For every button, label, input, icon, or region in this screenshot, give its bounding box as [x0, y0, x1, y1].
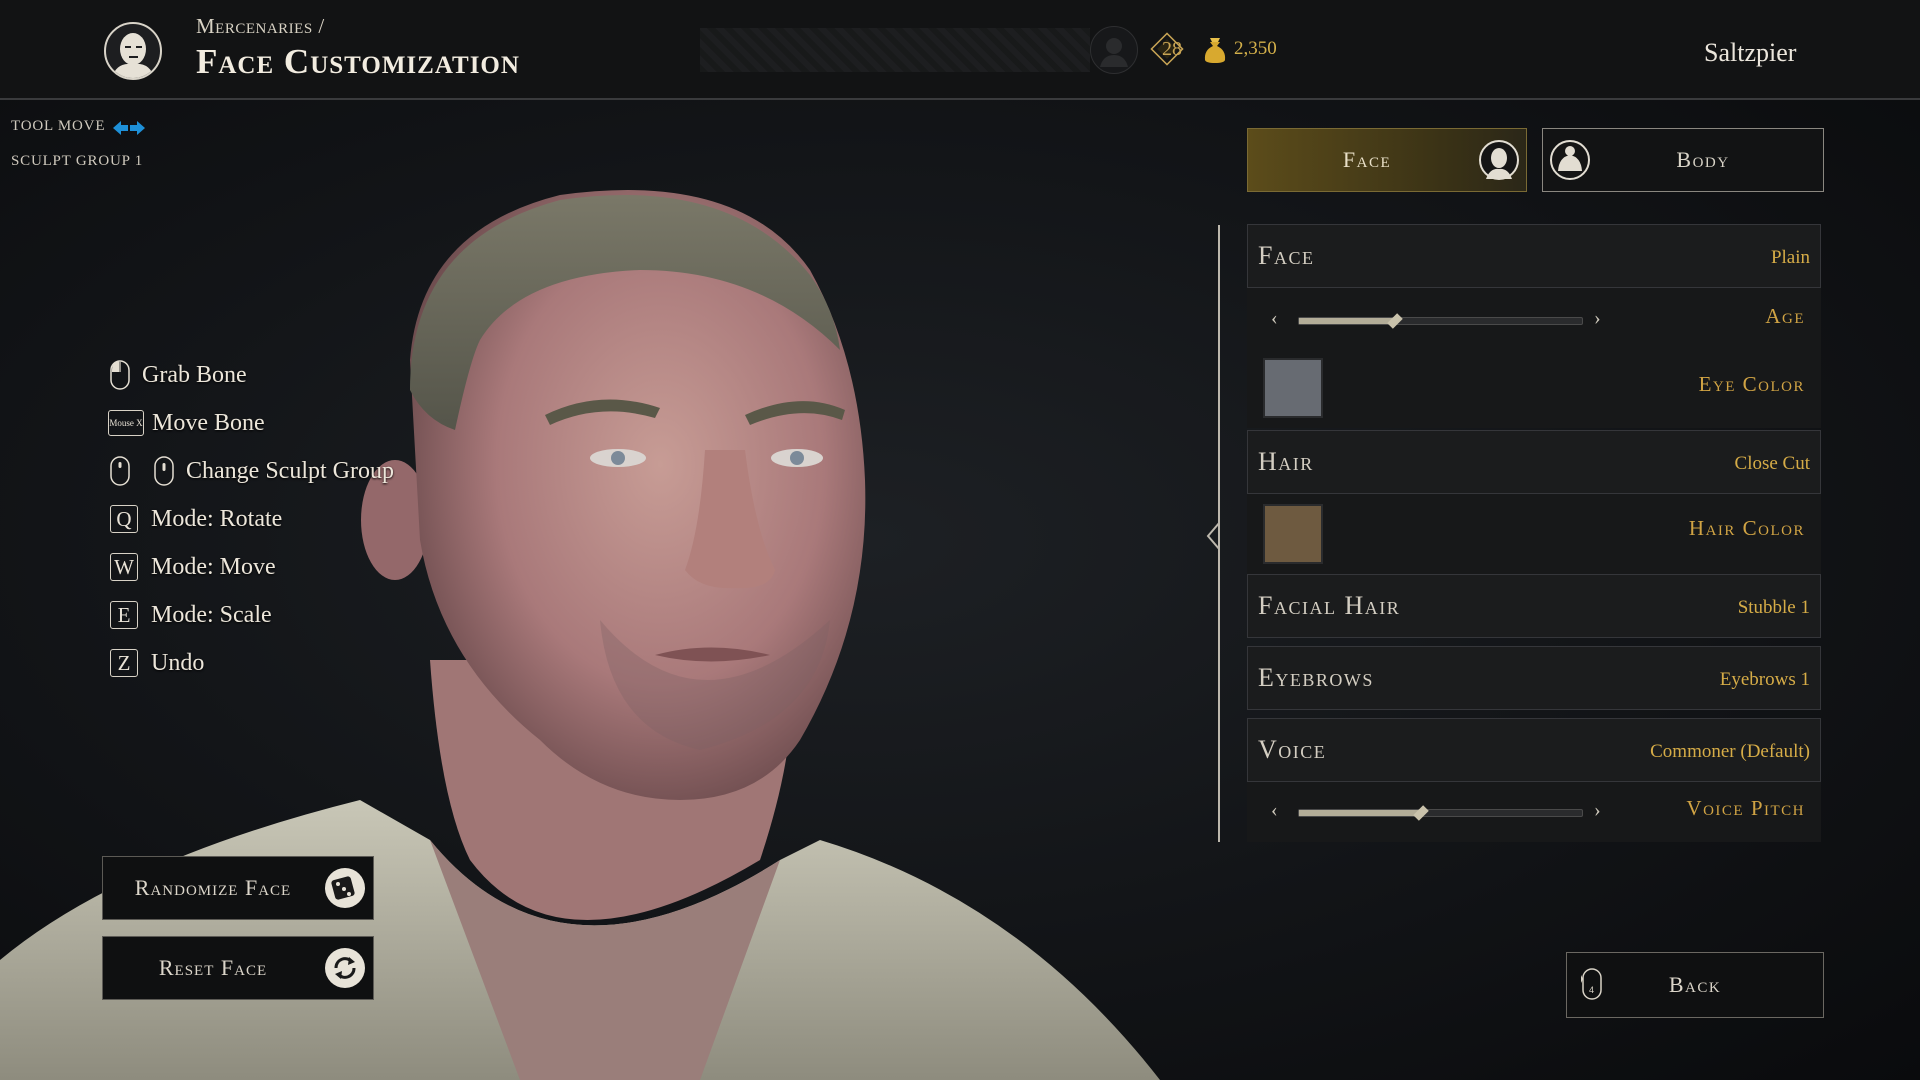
- eye-color-swatch[interactable]: [1263, 358, 1323, 418]
- hair-color-row[interactable]: Hair Color: [1247, 494, 1821, 574]
- sculpt-group-label: SCULPT GROUP 1: [11, 153, 144, 169]
- back-button[interactable]: 4 Back: [1566, 952, 1824, 1018]
- header-pattern: [700, 28, 1090, 72]
- control-mode-move: W Mode: Move: [110, 547, 276, 587]
- control-undo: Z Undo: [110, 643, 204, 683]
- age-thumb[interactable]: [1387, 313, 1403, 329]
- gold-amount: 2,350: [1234, 38, 1277, 59]
- voice-pitch-track[interactable]: [1298, 805, 1583, 821]
- eye-color-row[interactable]: Eye Color: [1247, 348, 1821, 428]
- top-bar: Mercenaries / Face Customization 28 2,35…: [0, 0, 1920, 100]
- move-arrows-icon: [113, 121, 145, 135]
- svg-text:4: 4: [1589, 985, 1596, 995]
- chevron-right-icon[interactable]: ›: [1594, 307, 1601, 330]
- w-key: W: [110, 553, 138, 581]
- hair-label: Hair: [1258, 447, 1314, 476]
- facial-hair-value: Stubble 1: [1737, 597, 1810, 618]
- tab-body-label: Body: [1676, 147, 1730, 172]
- facial-hair-label: Facial Hair: [1258, 591, 1401, 620]
- panel-pointer: [1206, 522, 1220, 550]
- facial-hair-row[interactable]: Facial Hair Stubble 1: [1247, 574, 1821, 638]
- gold-bag-icon: [1204, 38, 1226, 63]
- voice-pitch-row: ‹ › Voice Pitch: [1247, 782, 1821, 842]
- e-key: E: [110, 601, 138, 629]
- voice-pitch-thumb[interactable]: [1412, 805, 1429, 821]
- control-mode-rotate: Q Mode: Rotate: [110, 499, 282, 539]
- z-key: Z: [110, 649, 138, 677]
- age-slider[interactable]: ‹ ›: [1271, 304, 1631, 334]
- face-preset-row[interactable]: Face Plain: [1247, 224, 1821, 288]
- hair-color-label: Hair Color: [1688, 516, 1805, 540]
- randomize-face-button[interactable]: Randomize Face: [102, 856, 374, 920]
- control-change-sculpt-group: Change Sculpt Group: [110, 451, 394, 491]
- q-key: Q: [110, 505, 138, 533]
- control-mode-scale: E Mode: Scale: [110, 595, 272, 635]
- tool-mode-label: TOOL MOVE: [11, 118, 106, 134]
- tab-face-label: Face: [1342, 147, 1392, 172]
- voice-pitch-fill: [1299, 810, 1421, 816]
- mouse-x-key: Mouse X: [108, 410, 144, 436]
- tab-face[interactable]: Face: [1247, 128, 1527, 192]
- mouse-button-4-icon: 4: [1581, 968, 1602, 1000]
- control-label: Mode: Rotate: [151, 505, 283, 532]
- reset-face-button[interactable]: Reset Face: [102, 936, 374, 1000]
- age-row: ‹ › Age: [1247, 288, 1821, 348]
- control-label: Mode: Move: [151, 553, 276, 580]
- voice-pitch-slider[interactable]: ‹ ›: [1271, 796, 1631, 826]
- level-value: 28: [1162, 38, 1182, 60]
- body-icon: [1550, 140, 1590, 180]
- portrait-icon: [1090, 26, 1138, 74]
- mouse-scroll-icon: [154, 456, 174, 486]
- back-label: Back: [1668, 972, 1722, 997]
- chevron-left-icon[interactable]: ‹: [1271, 799, 1278, 822]
- eyebrows-row[interactable]: Eyebrows Eyebrows 1: [1247, 646, 1821, 710]
- breadcrumb[interactable]: Mercenaries /: [196, 14, 325, 39]
- voice-value: Commoner (Default): [1650, 741, 1810, 762]
- voice-row[interactable]: Voice Commoner (Default): [1247, 718, 1821, 782]
- control-label: Mode: Scale: [151, 601, 272, 628]
- avatar: [104, 22, 162, 80]
- hair-value: Close Cut: [1734, 453, 1810, 474]
- mouse-icon: [110, 456, 130, 486]
- eyebrows-value: Eyebrows 1: [1719, 669, 1810, 690]
- face-value: Plain: [1770, 247, 1810, 268]
- voice-label: Voice: [1258, 735, 1327, 764]
- control-grab-bone: Grab Bone: [110, 355, 247, 395]
- randomize-face-label: Randomize Face: [134, 875, 292, 900]
- username: Saltzpier: [1704, 38, 1797, 67]
- control-label: Undo: [151, 649, 205, 676]
- chevron-right-icon[interactable]: ›: [1594, 799, 1601, 822]
- control-label: Change Sculpt Group: [186, 457, 394, 484]
- age-label: Age: [1765, 304, 1805, 328]
- age-fill: [1299, 318, 1396, 324]
- reset-face-label: Reset Face: [158, 955, 268, 980]
- eye-color-label: Eye Color: [1698, 372, 1805, 396]
- hair-color-swatch[interactable]: [1263, 504, 1323, 564]
- character-viewport[interactable]: [0, 100, 1180, 1080]
- face-label: Face: [1258, 241, 1315, 270]
- page-title: Face Customization: [196, 42, 520, 81]
- mouse-left-icon: [110, 360, 130, 390]
- dice-icon: [325, 868, 365, 908]
- age-track[interactable]: [1298, 313, 1583, 329]
- tab-body[interactable]: Body: [1542, 128, 1824, 192]
- control-label: Move Bone: [152, 409, 265, 436]
- control-label: Grab Bone: [142, 361, 247, 388]
- face-icon: [1479, 140, 1519, 180]
- voice-pitch-label: Voice Pitch: [1686, 796, 1805, 820]
- chevron-left-icon[interactable]: ‹: [1271, 307, 1278, 330]
- reset-icon: [325, 948, 365, 988]
- eyebrows-label: Eyebrows: [1258, 663, 1374, 692]
- control-move-bone: Mouse X Move Bone: [108, 403, 265, 443]
- hair-row[interactable]: Hair Close Cut: [1247, 430, 1821, 494]
